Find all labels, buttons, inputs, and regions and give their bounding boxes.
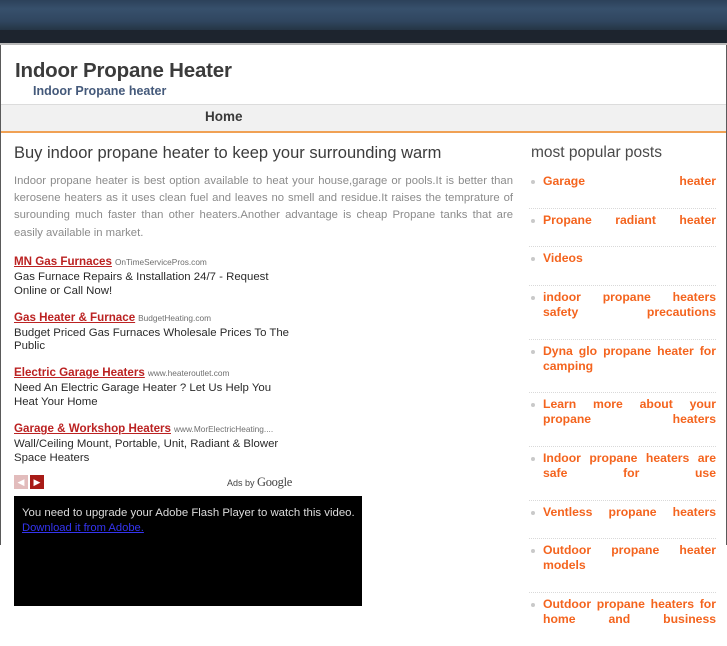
main-content-column: Buy indoor propane heater to keep your s… [1,133,521,606]
list-item: Outdoor propane heaters for home and bus… [529,592,716,646]
ad-title-link[interactable]: MN Gas Furnaces [14,255,112,268]
ad-domain: www.heateroutlet.com [147,368,230,379]
popular-post-link[interactable]: indoor propane heaters safety precaution… [543,290,716,335]
list-item: Garage heater [529,170,716,208]
ad-pager: ◀ ▶ [14,475,44,490]
popular-post-link[interactable]: Outdoor propane heater models [543,543,716,588]
ad-title-link[interactable]: Electric Garage Heaters [14,366,145,379]
popular-post-link[interactable]: Indoor propane heaters are safe for use [543,451,716,496]
list-item: Propane radiant heater [529,207,716,247]
ad-description: Wall/Ceiling Mount, Portable, Unit, Radi… [14,438,279,465]
top-gradient-bar [0,0,727,30]
ad-description: Budget Priced Gas Furnaces Wholesale Pri… [14,326,289,353]
popular-post-link[interactable]: Learn more about your propane heaters [543,397,716,442]
ad-unit[interactable]: Garage & Workshop Heaters www.MorElectric… [14,419,292,466]
sidebar: most popular posts Garage heater Propane… [521,133,726,645]
previous-arrow-icon[interactable]: ◀ [14,475,28,490]
adobe-download-link[interactable]: Download it from Adobe. [22,522,362,534]
site-tagline: Indoor Propane heater [33,83,167,98]
popular-post-link[interactable]: Outdoor propane heaters for home and bus… [543,597,716,642]
ad-title-link[interactable]: Garage & Workshop Heaters [14,422,171,435]
popular-post-link[interactable]: Ventless propane heaters [543,505,716,535]
next-arrow-icon[interactable]: ▶ [30,475,44,490]
ad-footer: ◀ ▶ Ads by Google [14,475,292,490]
top-dark-bar [0,30,727,43]
popular-post-link[interactable]: Dyna glo propane heater for camping [543,344,716,389]
ad-unit[interactable]: Electric Garage Heaters www.heateroutlet.… [14,363,292,410]
ad-unit[interactable]: Gas Heater & Furnace BudgetHeating.com Bu… [14,308,292,355]
article-body: Indoor propane heater is best option ava… [14,175,513,239]
list-item: Learn more about your propane heaters [529,392,716,446]
masthead: Indoor Propane Heater Indoor Propane hea… [1,45,726,105]
ad-unit[interactable]: MN Gas Furnaces OnTimeServicePros.com Gas… [14,252,292,299]
list-item: Indoor propane heaters are safe for use [529,446,716,500]
ads-by-label: Ads by [226,477,257,488]
flash-video-placeholder[interactable]: You need to upgrade your Adobe Flash Pla… [14,495,362,606]
popular-post-link[interactable]: Videos [543,251,716,281]
content-wrapper: Buy indoor propane heater to keep your s… [1,133,726,645]
ad-domain: OnTimeServicePros.com [114,256,207,267]
list-item: Videos [529,246,716,285]
list-item: Dyna glo propane heater for camping [529,338,716,393]
ad-domain: BudgetHeating.com [138,312,212,323]
popular-post-link[interactable]: Garage heater [543,174,716,204]
ad-domain: www.MorElectricHeating.... [174,424,274,435]
ad-title-link[interactable]: Gas Heater & Furnace [14,311,135,324]
main-navigation: Home [1,104,726,134]
sidebar-heading: most popular posts [531,144,662,162]
ad-description: Gas Furnace Repairs & Installation 24/7 … [14,270,269,297]
page-container: Indoor Propane Heater Indoor Propane hea… [0,45,727,626]
list-item: Outdoor propane heater models [529,538,716,592]
popular-posts-list: Garage heater Propane radiant heater Vid… [529,170,716,646]
ads-by-google-attribution[interactable]: Ads by Google [227,475,292,490]
google-ads-block: MN Gas Furnaces OnTimeServicePros.com Gas… [14,252,292,490]
popular-post-link[interactable]: Propane radiant heater [543,213,716,243]
article-heading: Buy indoor propane heater to keep your s… [14,144,442,163]
site-title: Indoor Propane Heater [15,59,232,82]
list-item: indoor propane heaters safety precaution… [529,285,716,339]
google-wordmark: Google [257,474,292,489]
flash-upgrade-message: You need to upgrade your Adobe Flash Pla… [22,506,355,519]
ad-description: Need An Electric Garage Heater ? Let Us … [14,382,272,409]
nav-item-home[interactable]: Home [205,109,243,124]
list-item: Ventless propane heaters [529,499,716,539]
